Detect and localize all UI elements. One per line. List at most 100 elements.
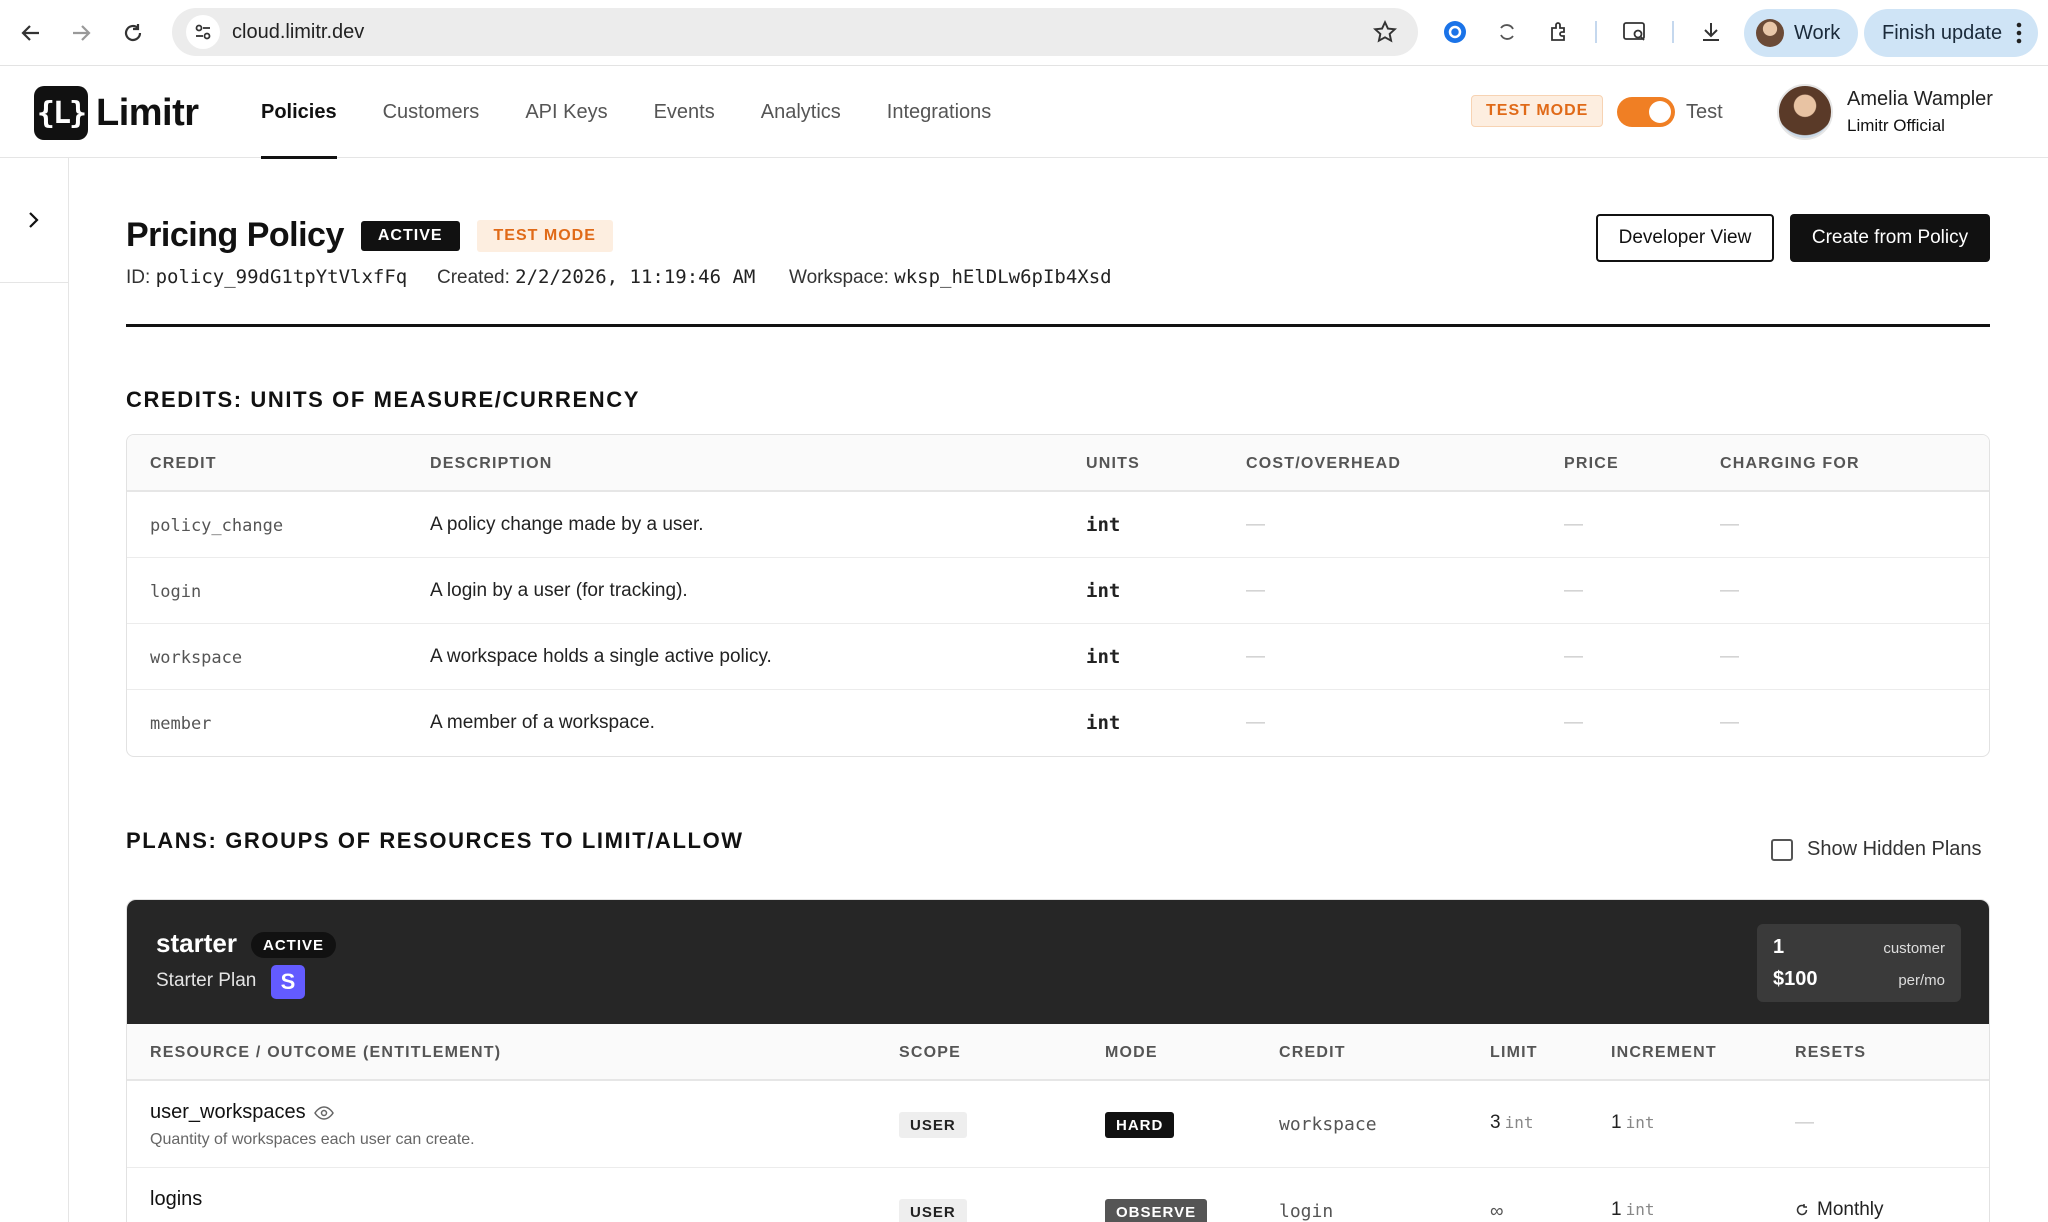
column-header: CREDIT	[1279, 1044, 1346, 1061]
policy-title-row: Pricing Policy ACTIVE TEST MODE	[126, 216, 613, 255]
plan-card: starter ACTIVE Starter Plan S 1 customer…	[126, 899, 1990, 1222]
nav-tab-customers[interactable]: Customers	[383, 66, 480, 158]
plan-price-unit: per/mo	[1898, 972, 1945, 989]
plan-key: starter	[156, 928, 237, 958]
extensions-puzzle-icon[interactable]	[1544, 17, 1574, 47]
create-from-policy-button[interactable]: Create from Policy	[1790, 214, 1990, 262]
nav-tab-policies[interactable]: Policies	[261, 66, 337, 159]
column-header: CHARGING FOR	[1720, 455, 1860, 472]
grammarly-extension-icon[interactable]	[1440, 17, 1470, 47]
profile-label: Work	[1794, 21, 1841, 44]
policy-workspace: Workspace: wksp_hElDLw6pIb4Xsd	[789, 266, 1112, 289]
credit-cost: —	[1246, 712, 1265, 733]
limit-number: 3	[1490, 1112, 1501, 1133]
credit-price: —	[1564, 712, 1583, 733]
profile-button[interactable]: Work	[1744, 9, 1859, 57]
credit-description: A member of a workspace.	[430, 712, 655, 733]
download-icon[interactable]	[1696, 17, 1726, 47]
credit-price: —	[1564, 646, 1583, 667]
credit-charging-for: —	[1720, 712, 1739, 733]
table-row[interactable]: logins USER OBSERVE login ∞ 1 int Monthly	[127, 1168, 1989, 1222]
page-title: Pricing Policy	[126, 216, 344, 254]
column-header: SCOPE	[899, 1044, 962, 1061]
policy-id-value[interactable]: policy_99dG1tpYtVlxfFq	[156, 266, 408, 288]
credit-cost: —	[1246, 514, 1265, 535]
increment-value: 1 int	[1611, 1199, 1654, 1221]
increment-number: 1	[1611, 1199, 1622, 1220]
show-hidden-plans-toggle[interactable]: Show Hidden Plans	[1771, 838, 1982, 861]
show-hidden-plans-label[interactable]: Show Hidden Plans	[1807, 838, 1982, 861]
logo-text: Limitr	[96, 91, 199, 134]
stripe-icon[interactable]: S	[271, 965, 305, 999]
resets-value: —	[1795, 1112, 1814, 1133]
test-mode-toggle-label: Test	[1686, 101, 1723, 123]
resource-name-text: logins	[150, 1188, 203, 1210]
credit-key: login	[1279, 1201, 1334, 1222]
resource-name: logins	[150, 1188, 202, 1211]
credits-table-header: CREDIT DESCRIPTION UNITS COST/OVERHEAD P…	[127, 435, 1989, 492]
credits-section-title: CREDITS: UNITS OF MEASURE/CURRENCY	[126, 387, 640, 412]
toolbar-divider	[1595, 21, 1597, 43]
forward-icon[interactable]	[56, 8, 106, 58]
developer-view-button[interactable]: Developer View	[1596, 214, 1774, 262]
increment-unit: int	[1625, 1113, 1655, 1132]
table-row: policy_change A policy change made by a …	[127, 492, 1989, 558]
user-org: Limitr Official	[1847, 116, 1945, 135]
app-header: {L} Limitr Policies Customers API Keys E…	[0, 66, 2048, 159]
user-avatar[interactable]	[1777, 84, 1833, 140]
column-header: COST/OVERHEAD	[1246, 455, 1402, 472]
credit-description: A policy change made by a user.	[430, 514, 704, 535]
credit-cost: —	[1246, 646, 1265, 667]
nav-tab-integrations[interactable]: Integrations	[887, 66, 992, 158]
resource-description: Quantity of workspaces each user can cre…	[150, 1131, 475, 1148]
tab-search-icon[interactable]	[1620, 17, 1650, 47]
credit-description: A workspace holds a single active policy…	[430, 646, 772, 667]
show-hidden-plans-checkbox[interactable]	[1771, 838, 1793, 861]
table-row[interactable]: user_workspaces Quantity of workspaces e…	[127, 1081, 1989, 1168]
nav-tab-events[interactable]: Events	[654, 66, 715, 158]
sync-extension-icon[interactable]	[1492, 17, 1522, 47]
policy-created-value: 2/2/2026, 11:19:46 AM	[515, 266, 756, 288]
nav-tab-api-keys[interactable]: API Keys	[525, 66, 607, 158]
back-icon[interactable]	[6, 8, 56, 58]
scope-badge: USER	[899, 1199, 967, 1222]
url-text[interactable]: cloud.limitr.dev	[232, 21, 364, 44]
sidebar-rail	[0, 158, 69, 1222]
credit-cost: —	[1246, 580, 1265, 601]
refresh-icon	[1796, 1204, 1808, 1216]
mode-badge: OBSERVE	[1105, 1199, 1208, 1222]
test-mode-toggle[interactable]	[1617, 97, 1675, 127]
limit-unit: int	[1504, 1113, 1534, 1132]
limitr-logo[interactable]: {L} Limitr	[34, 86, 199, 140]
column-header: UNITS	[1086, 455, 1140, 472]
browser-toolbar: cloud.limitr.dev Work Finish update	[0, 0, 2048, 66]
scope-badge: USER	[899, 1112, 967, 1138]
expand-sidebar-button[interactable]	[0, 158, 68, 283]
policy-id-label: ID:	[126, 267, 151, 288]
increment-value: 1 int	[1611, 1112, 1654, 1134]
plan-quantity: 1	[1773, 936, 1785, 958]
limit-value: 3 int	[1490, 1112, 1533, 1134]
finish-update-button[interactable]: Finish update	[1864, 9, 2039, 57]
credit-units: int	[1086, 580, 1121, 602]
table-row: member A member of a workspace. int — — …	[127, 690, 1989, 756]
nav-tab-analytics[interactable]: Analytics	[761, 66, 841, 158]
plan-quantity-unit: customer	[1883, 940, 1945, 957]
table-row: workspace A workspace holds a single act…	[127, 624, 1989, 690]
reload-icon[interactable]	[108, 8, 158, 58]
credit-units: int	[1086, 514, 1121, 536]
main-nav: Policies Customers API Keys Events Analy…	[261, 66, 1037, 159]
user-name[interactable]: Amelia Wampler	[1847, 88, 1993, 111]
column-header: RESETS	[1795, 1044, 1867, 1061]
address-bar[interactable]: cloud.limitr.dev	[172, 8, 1418, 56]
policy-id: ID: policy_99dG1tpYtVlxfFq	[126, 266, 407, 289]
eye-icon[interactable]	[313, 1105, 334, 1120]
credit-price: —	[1564, 514, 1583, 535]
policy-workspace-label: Workspace:	[789, 267, 889, 288]
credits-table: CREDIT DESCRIPTION UNITS COST/OVERHEAD P…	[126, 434, 1990, 757]
credit-charging-for: —	[1720, 514, 1739, 535]
site-settings-icon[interactable]	[186, 15, 220, 49]
bookmark-star-icon[interactable]	[1372, 19, 1398, 45]
policy-status-badge: ACTIVE	[360, 220, 460, 251]
policy-workspace-value[interactable]: wksp_hElDLw6pIb4Xsd	[894, 266, 1111, 288]
